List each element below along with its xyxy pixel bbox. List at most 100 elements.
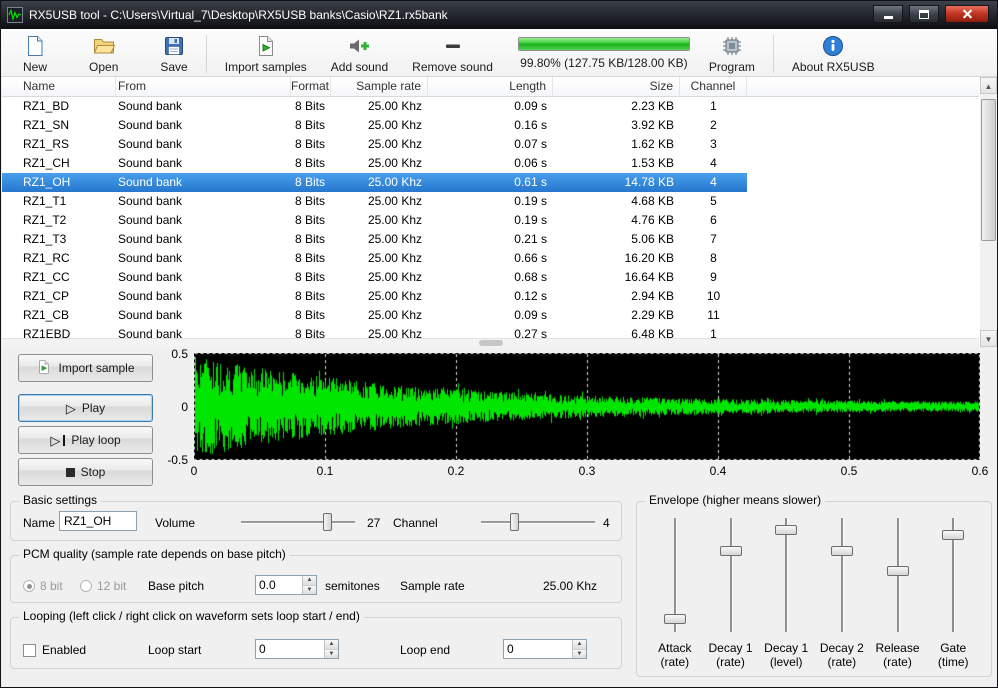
column-header-length[interactable]: Length: [428, 77, 553, 96]
base-pitch-input[interactable]: [256, 576, 302, 594]
table-cell: 2.94 KB: [553, 287, 680, 306]
horizontal-scroll-thumb[interactable]: [479, 340, 503, 346]
table-row[interactable]: RZ1_RCSound bank8 Bits25.00 Khz0.66 s16.…: [2, 249, 747, 268]
volume-slider[interactable]: [241, 513, 355, 531]
spinner-down-icon[interactable]: ▼: [573, 650, 586, 659]
program-button[interactable]: Program: [701, 34, 763, 74]
envelope-slider-label: Decay 1(rate): [708, 641, 752, 669]
table-row[interactable]: RZ1_CHSound bank8 Bits25.00 Khz0.06 s1.5…: [2, 154, 747, 173]
table-row[interactable]: RZ1_T1Sound bank8 Bits25.00 Khz0.19 s4.6…: [2, 192, 747, 211]
radio-12bit[interactable]: [80, 580, 92, 592]
x-axis-tick: 0.4: [710, 464, 727, 478]
table-row[interactable]: RZ1_CPSound bank8 Bits25.00 Khz0.12 s2.9…: [2, 287, 747, 306]
table-cell: 0.12 s: [428, 287, 553, 306]
table-cell: 4.68 KB: [553, 192, 680, 211]
volume-slider-thumb[interactable]: [323, 513, 332, 531]
remove-sound-button[interactable]: Remove sound: [404, 34, 501, 74]
table-row[interactable]: RZ1EBDSound bank8 Bits25.00 Khz0.27 s6.4…: [2, 325, 747, 338]
table-cell: 11: [680, 306, 747, 325]
close-button[interactable]: [945, 5, 989, 23]
import-sample-button[interactable]: Import sample: [18, 354, 153, 382]
save-button-label: Save: [160, 60, 187, 74]
envelope-slider-decay-1-rate[interactable]: [720, 518, 742, 632]
program-label: Program: [709, 60, 755, 74]
column-header-sample-rate[interactable]: Sample rate: [331, 77, 428, 96]
channel-slider-thumb[interactable]: [510, 513, 519, 531]
table-row[interactable]: RZ1_RSSound bank8 Bits25.00 Khz0.07 s1.6…: [2, 135, 747, 154]
envelope-slider-decay-1-level[interactable]: [775, 518, 797, 632]
table-cell: 8 Bits: [291, 268, 331, 287]
column-header-channel[interactable]: Channel: [680, 77, 747, 96]
save-button[interactable]: Save: [152, 34, 195, 74]
loop-end-input[interactable]: [504, 640, 572, 658]
envelope-slider-gate-time[interactable]: [942, 518, 964, 632]
maximize-button[interactable]: [909, 5, 939, 23]
table-cell: 8 Bits: [291, 325, 331, 338]
slider-thumb-decay-1-level[interactable]: [775, 525, 797, 535]
loop-enabled-checkbox[interactable]: [23, 644, 36, 657]
spinner-down-icon[interactable]: ▼: [325, 650, 338, 659]
envelope-slider-decay-2-rate[interactable]: [831, 518, 853, 632]
add-sound-button[interactable]: Add sound: [323, 34, 396, 74]
envelope-slider-attack-rate[interactable]: [664, 518, 686, 632]
table-cell: Sound bank: [116, 97, 291, 116]
vertical-scroll-thumb[interactable]: [981, 99, 996, 241]
base-pitch-spinner[interactable]: ▲ ▼: [255, 575, 317, 595]
play-loop-button[interactable]: ▷ Play loop: [18, 426, 153, 454]
table-cell: RZ1_RC: [2, 249, 116, 268]
waveform-display[interactable]: [194, 353, 980, 460]
slider-thumb-decay-1-rate[interactable]: [720, 546, 742, 556]
remove-sound-icon: [441, 34, 465, 58]
loop-start-input[interactable]: [256, 640, 324, 658]
channel-slider[interactable]: [481, 513, 595, 531]
spinner-up-icon[interactable]: ▲: [325, 640, 338, 650]
slider-thumb-release-rate[interactable]: [887, 566, 909, 576]
spinner-up-icon[interactable]: ▲: [573, 640, 586, 650]
toolbar: New Open Save Import samples Add sound: [1, 29, 997, 77]
column-header-from[interactable]: From: [116, 77, 291, 96]
scroll-up-button[interactable]: ▲: [980, 77, 997, 94]
sample-name-input[interactable]: [59, 511, 137, 531]
editor-panel: Import sample ▷ Play ▷ Play loop Stop 0.…: [2, 347, 998, 688]
horizontal-scrollbar[interactable]: [2, 338, 979, 347]
new-button[interactable]: New: [15, 34, 55, 74]
radio-8bit[interactable]: [23, 580, 35, 592]
slider-thumb-attack-rate[interactable]: [664, 614, 686, 624]
vertical-scrollbar[interactable]: ▲ ▼: [980, 77, 997, 347]
table-cell: Sound bank: [116, 192, 291, 211]
column-header-format[interactable]: Format: [291, 77, 331, 96]
scroll-down-button[interactable]: ▼: [980, 330, 997, 347]
slider-thumb-decay-2-rate[interactable]: [831, 546, 853, 556]
save-disk-icon: [162, 34, 186, 58]
column-header-name[interactable]: Name: [2, 77, 116, 96]
spinner-up-icon[interactable]: ▲: [303, 576, 316, 586]
table-cell: 0.27 s: [428, 325, 553, 338]
slider-thumb-gate-time[interactable]: [942, 530, 964, 540]
open-button[interactable]: Open: [81, 34, 126, 74]
about-button[interactable]: About RX5USB: [784, 34, 883, 74]
stop-button[interactable]: Stop: [18, 458, 153, 486]
column-header-size[interactable]: Size: [553, 77, 680, 96]
memory-progress-bar: [518, 37, 690, 51]
play-button[interactable]: ▷ Play: [18, 394, 153, 422]
minimize-button[interactable]: [873, 5, 903, 23]
table-cell: 0.61 s: [428, 173, 553, 192]
spinner-down-icon[interactable]: ▼: [303, 586, 316, 595]
title-bar[interactable]: RX5USB tool - C:\Users\Virtual_7\Desktop…: [1, 1, 997, 29]
loop-end-spinner[interactable]: ▲ ▼: [503, 639, 587, 659]
envelope-slider-release-rate[interactable]: [887, 518, 909, 632]
table-row[interactable]: RZ1_T2Sound bank8 Bits25.00 Khz0.19 s4.7…: [2, 211, 747, 230]
semitones-label: semitones: [325, 579, 380, 593]
import-samples-button[interactable]: Import samples: [217, 34, 315, 74]
table-cell: 0.68 s: [428, 268, 553, 287]
table-row[interactable]: RZ1_CBSound bank8 Bits25.00 Khz0.09 s2.2…: [2, 306, 747, 325]
table-cell: 8 Bits: [291, 211, 331, 230]
table-row[interactable]: RZ1_SNSound bank8 Bits25.00 Khz0.16 s3.9…: [2, 116, 747, 135]
table-row[interactable]: RZ1_T3Sound bank8 Bits25.00 Khz0.21 s5.0…: [2, 230, 747, 249]
table-row[interactable]: RZ1_CCSound bank8 Bits25.00 Khz0.68 s16.…: [2, 268, 747, 287]
program-chip-icon: [720, 34, 744, 58]
loop-start-spinner[interactable]: ▲ ▼: [255, 639, 339, 659]
table-row[interactable]: RZ1_OHSound bank8 Bits25.00 Khz0.61 s14.…: [2, 173, 747, 192]
table-row[interactable]: RZ1_BDSound bank8 Bits25.00 Khz0.09 s2.2…: [2, 97, 747, 116]
play-label: Play: [82, 401, 105, 415]
